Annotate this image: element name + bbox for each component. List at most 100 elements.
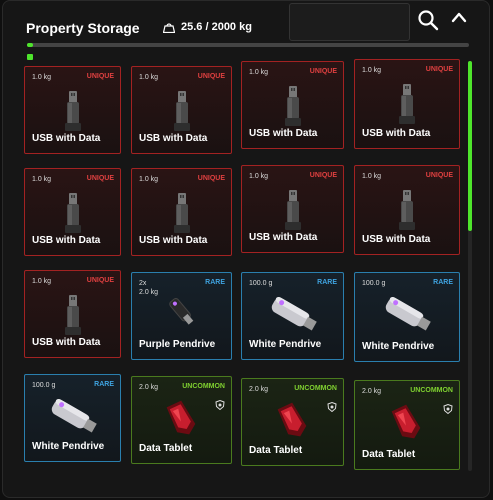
item-weight-value: 1.0 kg — [139, 74, 159, 81]
item-name: USB with Data — [139, 133, 208, 144]
data-tablet-icon — [276, 401, 310, 446]
item-name: White Pendrive — [362, 341, 435, 352]
item-weight-value: 2.0 kg — [139, 289, 159, 296]
capacity-readout: 25.6 / 2000 kg — [163, 21, 252, 33]
item-name: USB with Data — [362, 128, 431, 139]
rarity-badge: UNIQUE — [425, 66, 453, 73]
capacity-text: 25.6 / 2000 kg — [181, 21, 252, 33]
item-name: USB with Data — [32, 133, 101, 144]
item-weight-value: 100.0 g — [32, 382, 56, 389]
shield-icon — [215, 397, 225, 415]
item-name: Purple Pendrive — [139, 339, 216, 350]
white-pendrive-icon — [44, 397, 102, 442]
item-weight: 100.0 g — [32, 381, 55, 390]
rarity-badge: RARE — [94, 381, 114, 388]
item-weight-value: 1.0 kg — [32, 74, 52, 81]
inventory-item-slot[interactable]: 2.0 kg UNCOMMON Data Tablet — [241, 378, 344, 466]
item-name: Data Tablet — [249, 445, 303, 456]
usb-drive-icon — [396, 188, 418, 237]
usb-drive-icon — [171, 89, 193, 138]
inventory-item-slot[interactable]: 100.0 g RARE White Pendrive — [24, 374, 121, 462]
capacity-indicator — [27, 54, 33, 60]
rarity-badge: RARE — [205, 279, 225, 286]
inventory-item-slot[interactable]: 1.0 kg UNIQUE USB with Data — [131, 168, 232, 256]
item-weight: 1.0 kg — [139, 73, 158, 82]
inventory-item-slot[interactable]: 2x 2.0 kg RARE Purple Pendrive — [131, 272, 232, 360]
item-weight: 1.0 kg — [32, 277, 51, 286]
usb-drive-icon — [282, 84, 304, 133]
rarity-badge: RARE — [433, 279, 453, 286]
inventory-item-slot[interactable]: 1.0 kg UNIQUE USB with Data — [354, 59, 460, 149]
inventory-item-slot[interactable]: 1.0 kg UNIQUE USB with Data — [354, 165, 460, 255]
weight-icon — [163, 22, 175, 33]
item-name: USB with Data — [32, 337, 101, 348]
usb-drive-icon — [62, 89, 84, 138]
item-name: USB with Data — [362, 234, 431, 245]
item-weight-value: 100.0 g — [249, 280, 273, 287]
inventory-item-slot[interactable]: 1.0 kg UNIQUE USB with Data — [24, 168, 121, 256]
item-weight: 1.0 kg — [249, 172, 268, 181]
item-weight: 100.0 g — [249, 279, 272, 288]
inventory-item-slot[interactable]: 1.0 kg UNIQUE USB with Data — [241, 61, 344, 149]
inventory-item-slot[interactable]: 2.0 kg UNCOMMON Data Tablet — [131, 376, 232, 464]
rarity-badge: UNIQUE — [86, 73, 114, 80]
rarity-badge: RARE — [317, 279, 337, 286]
item-weight-value: 2.0 kg — [139, 384, 159, 391]
search-input[interactable] — [289, 3, 410, 41]
shield-icon — [327, 399, 337, 417]
rarity-badge: UNIQUE — [309, 68, 337, 75]
item-weight: 2.0 kg — [139, 383, 158, 392]
inventory-item-slot[interactable]: 2.0 kg UNCOMMON Data Tablet — [354, 380, 460, 470]
data-tablet-icon — [390, 403, 424, 448]
item-weight: 1.0 kg — [32, 175, 51, 184]
inventory-item-slot[interactable]: 1.0 kg UNIQUE USB with Data — [241, 165, 344, 253]
rarity-badge: UNCOMMON — [410, 387, 453, 394]
inventory-item-slot[interactable]: 1.0 kg UNIQUE USB with Data — [131, 66, 232, 154]
inventory-item-slot[interactable]: 100.0 g RARE White Pendrive — [354, 272, 460, 362]
scrollbar-thumb[interactable] — [468, 61, 472, 231]
usb-drive-icon — [62, 293, 84, 342]
item-weight: 1.0 kg — [362, 66, 381, 75]
rarity-badge: UNCOMMON — [294, 385, 337, 392]
inventory-item-slot[interactable]: 1.0 kg UNIQUE USB with Data — [24, 270, 121, 358]
rarity-badge: UNIQUE — [309, 172, 337, 179]
shield-icon — [443, 401, 453, 419]
item-name: USB with Data — [249, 232, 318, 243]
rarity-badge: UNIQUE — [86, 175, 114, 182]
item-name: USB with Data — [32, 235, 101, 246]
item-name: Data Tablet — [139, 443, 193, 454]
item-weight: 1.0 kg — [139, 175, 158, 184]
usb-drive-icon — [62, 191, 84, 240]
item-count: 2x — [139, 280, 147, 287]
item-name: USB with Data — [249, 128, 318, 139]
item-name: White Pendrive — [249, 339, 322, 350]
rarity-badge: UNIQUE — [86, 277, 114, 284]
inventory-item-slot[interactable]: 100.0 g RARE White Pendrive — [241, 272, 344, 360]
data-tablet-icon — [165, 399, 199, 444]
item-weight-value: 2.0 kg — [362, 388, 382, 395]
item-weight-value: 1.0 kg — [249, 173, 269, 180]
capacity-bar-fill — [27, 43, 33, 47]
rarity-badge: UNIQUE — [425, 172, 453, 179]
item-weight-value: 2.0 kg — [249, 386, 269, 393]
inventory-item-slot[interactable]: 1.0 kg UNIQUE USB with Data — [24, 66, 121, 154]
item-weight: 2.0 kg — [362, 387, 381, 396]
item-weight: 1.0 kg — [32, 73, 51, 82]
item-weight-value: 1.0 kg — [362, 67, 382, 74]
item-weight-value: 1.0 kg — [249, 69, 269, 76]
item-weight: 1.0 kg — [249, 68, 268, 77]
usb-drive-icon — [282, 188, 304, 237]
purple-pendrive-icon — [167, 295, 197, 334]
chevron-up-icon[interactable] — [451, 10, 467, 24]
scrollbar[interactable] — [468, 61, 472, 471]
item-weight: 100.0 g — [362, 279, 385, 288]
search-icon[interactable] — [417, 9, 439, 31]
item-weight-value: 1.0 kg — [139, 176, 159, 183]
item-weight: 2.0 kg — [249, 385, 268, 394]
rarity-badge: UNIQUE — [197, 175, 225, 182]
usb-drive-icon — [171, 191, 193, 240]
item-name: White Pendrive — [32, 441, 105, 452]
capacity-bar — [27, 43, 469, 47]
item-name: USB with Data — [139, 235, 208, 246]
item-weight: 1.0 kg — [362, 172, 381, 181]
